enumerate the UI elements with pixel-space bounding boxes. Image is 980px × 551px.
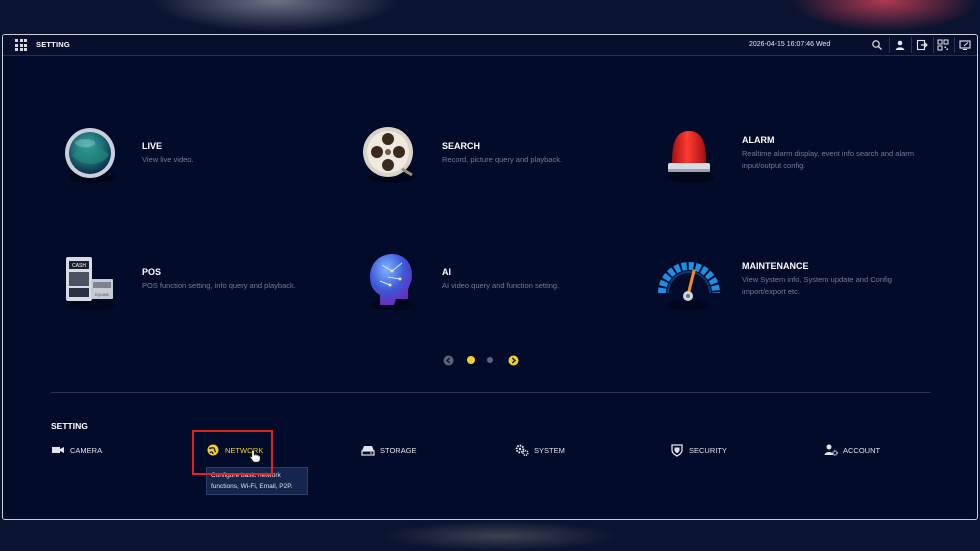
card-title: POS [142,267,162,277]
setting-item-account[interactable]: ACCOUNT [824,443,880,457]
card-description: AI video query and function setting. [442,281,560,290]
setting-item-storage[interactable]: STORAGE [361,443,417,457]
background-glow [150,0,400,32]
setting-item-label: SECURITY [689,445,727,455]
module-card-maintenance[interactable]: MAINTENANCE View System info, System upd… [658,251,958,331]
toolbar-separator [889,37,890,53]
card-description: Realtime alarm display, event info searc… [742,149,915,170]
toolbar-separator [911,37,912,53]
module-card-alarm[interactable]: ALARM Realtime alarm display, event info… [658,125,958,205]
toolbar-separator [954,37,955,53]
main-window: SETTING 2026-04-15 16:07:46 Wed LIVE Vie… [2,34,978,520]
alarm-light-icon [666,131,714,183]
page-dot-2[interactable] [487,357,493,363]
user-icon[interactable] [894,39,906,51]
card-description: View live video. [142,155,194,164]
gears-icon [515,444,529,457]
card-title: ALARM [742,135,775,145]
logout-icon[interactable] [916,39,928,51]
module-card-pos[interactable]: CASH EQUIME POS POS function setting, in… [58,251,358,331]
setting-item-label: ACCOUNT [843,445,881,455]
setting-item-system[interactable]: SYSTEM [515,443,565,457]
module-card-live[interactable]: LIVE View live video. [58,125,358,205]
pos-terminal-icon: CASH EQUIME [66,257,115,310]
next-page-icon[interactable] [508,355,519,366]
live-globe-icon [65,128,117,183]
setting-section-title: SETTING [51,421,88,431]
toolbar-separator [933,37,934,53]
shield-icon [671,444,683,457]
background-glow [380,521,620,551]
film-reel-icon [363,127,415,183]
module-card-ai[interactable]: AI AI video query and function setting. [358,251,658,331]
camera-icon [52,447,64,453]
card-description: POS function setting, info query and pla… [142,281,296,290]
card-description: View System info, System update and Conf… [742,275,892,296]
setting-item-security[interactable]: SECURITY [670,443,727,457]
top-bar: SETTING 2026-04-15 16:07:46 Wed [3,35,977,56]
page-dot-1[interactable] [467,356,475,364]
pos-art-text: EQUIME [95,293,109,297]
search-icon[interactable] [871,39,883,51]
module-card-search[interactable]: SEARCH Record, picture query and playbac… [358,125,658,205]
card-title: AI [442,267,451,277]
pos-art-text: CASH [72,263,86,269]
setting-item-label: SYSTEM [534,445,565,455]
main-menu-grid-icon[interactable] [15,39,27,51]
card-title: MAINTENANCE [742,261,809,271]
previous-page-icon[interactable] [443,355,454,366]
ai-head-icon [369,254,413,310]
setting-item-label: CAMERA [70,445,103,455]
gauge-icon [658,262,720,310]
section-divider [51,392,931,393]
card-description: Record, picture query and playback. [442,155,563,164]
card-title: SEARCH [442,141,481,151]
hand-cursor-icon [249,449,261,463]
system-datetime: 2026-04-15 16:07:46 Wed [749,41,831,48]
account-gear-icon [824,444,838,456]
qr-code-icon[interactable] [937,39,949,51]
storage-icon [361,446,375,456]
card-pager [443,354,523,368]
card-title: LIVE [142,141,163,151]
page-title: SETTING [36,40,70,49]
setting-item-camera[interactable]: CAMERA [51,443,102,457]
setting-item-label: STORAGE [380,445,417,455]
fullscreen-icon[interactable] [959,39,971,51]
background-glow [790,0,980,32]
